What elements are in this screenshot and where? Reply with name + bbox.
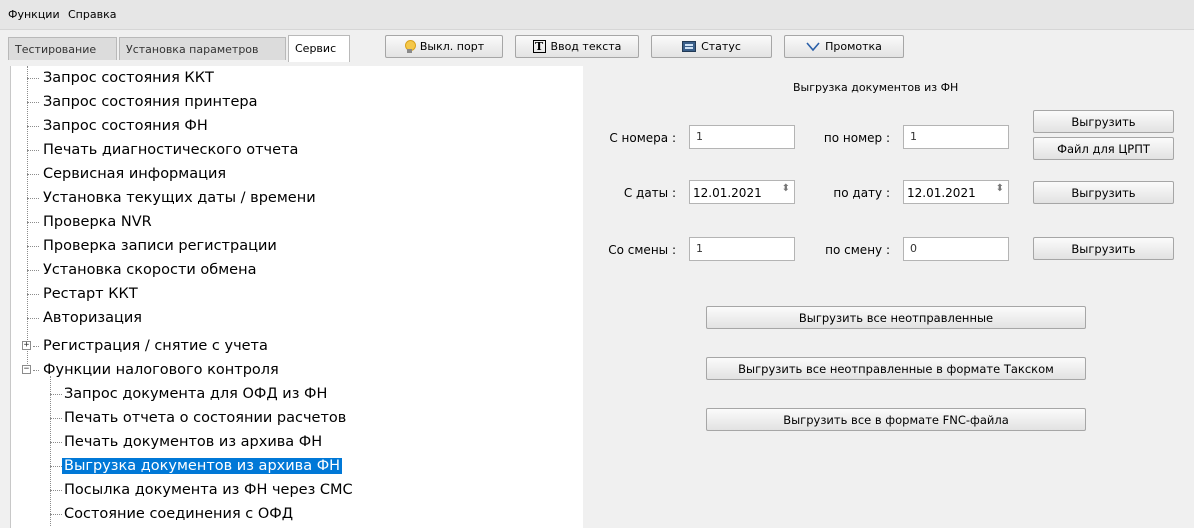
export-by-date-button[interactable]: Выгрузить xyxy=(1033,181,1174,204)
from-date-value: 12.01.2021 xyxy=(693,186,762,200)
tree-item-printer-status[interactable]: Запрос состояния принтера xyxy=(41,90,259,114)
tree-root-connector xyxy=(27,66,28,370)
collapse-tax-control-icon[interactable]: − xyxy=(22,365,31,374)
status-label: Статус xyxy=(701,40,741,53)
port-off-button[interactable]: Выкл. порт xyxy=(385,35,503,58)
status-button[interactable]: Статус xyxy=(651,35,772,58)
text-input-label: Ввод текста xyxy=(550,40,622,53)
to-number-label: по номер : xyxy=(823,131,890,145)
from-shift-input[interactable]: 1 xyxy=(689,237,795,261)
expand-registration-icon[interactable]: + xyxy=(22,341,31,350)
crpt-file-button[interactable]: Файл для ЦРПТ xyxy=(1033,137,1174,160)
text-input-button[interactable]: T Ввод текста xyxy=(515,35,639,58)
feed-button[interactable]: Промотка xyxy=(784,35,904,58)
from-date-input[interactable]: 12.01.2021 ⬍ xyxy=(689,180,795,204)
menu-help[interactable]: Справка xyxy=(68,8,116,21)
tree-item-diagnostic-report[interactable]: Печать диагностического отчета xyxy=(41,138,300,162)
chevron-down-icon xyxy=(806,41,820,52)
export-unsent-taxcom-button[interactable]: Выгрузить все неотправленные в формате Т… xyxy=(706,357,1086,380)
tree-item-ofd-document-request[interactable]: Запрос документа для ОФД из ФН xyxy=(62,382,329,406)
port-off-label: Выкл. порт xyxy=(419,40,485,53)
text-t-icon: T xyxy=(532,40,546,53)
tree-item-baud-rate[interactable]: Установка скорости обмена xyxy=(41,258,258,282)
light-bulb-icon xyxy=(404,40,416,53)
menu-bar: Функции Справка xyxy=(0,0,1194,30)
tree-item-tax-control[interactable]: Функции налогового контроля xyxy=(41,358,281,382)
tree-item-send-via-sms[interactable]: Посылка документа из ФН через СМС xyxy=(62,478,355,502)
export-unsent-button[interactable]: Выгрузить все неотправленные xyxy=(706,306,1086,329)
tree-item-authorization[interactable]: Авторизация xyxy=(41,306,144,330)
panel-title: Выгрузка документов из ФН xyxy=(793,81,959,94)
tree-item-kkt-status[interactable]: Запрос состояния ККТ xyxy=(41,66,216,90)
tree-item-registration[interactable]: Регистрация / снятие с учета xyxy=(41,334,270,358)
tree-child-connector xyxy=(50,376,51,526)
to-number-input[interactable]: 1 xyxy=(903,125,1009,149)
tree-item-nvr-check[interactable]: Проверка NVR xyxy=(41,210,154,234)
tree-item-set-datetime[interactable]: Установка текущих даты / времени xyxy=(41,186,318,210)
export-fnc-button[interactable]: Выгрузить все в формате FNC-файла xyxy=(706,408,1086,431)
service-tree: + − Запрос состояния ККТ Запрос состояни… xyxy=(10,66,583,528)
tree-item-print-fn-archive[interactable]: Печать документов из архива ФН xyxy=(62,430,324,454)
tab-testing[interactable]: Тестирование xyxy=(8,37,117,60)
tree-item-fn-status[interactable]: Запрос состояния ФН xyxy=(41,114,210,138)
from-date-label: С даты : xyxy=(623,186,676,200)
tab-service[interactable]: Сервис xyxy=(288,35,350,62)
tree-item-registration-record-check[interactable]: Проверка записи регистрации xyxy=(41,234,279,258)
tab-parameters[interactable]: Установка параметров xyxy=(119,37,286,60)
from-number-input[interactable]: 1 xyxy=(689,125,795,149)
tree-item-service-info[interactable]: Сервисная информация xyxy=(41,162,228,186)
tree-item-restart-kkt[interactable]: Рестарт ККТ xyxy=(41,282,140,306)
to-date-value: 12.01.2021 xyxy=(907,186,976,200)
date-spinner-icon[interactable]: ⬍ xyxy=(782,184,790,194)
tree-item-settlement-report[interactable]: Печать отчета о состоянии расчетов xyxy=(62,406,348,430)
to-shift-input[interactable]: 0 xyxy=(903,237,1009,261)
monitor-icon xyxy=(682,41,697,52)
to-date-label: по дату : xyxy=(833,186,890,200)
to-shift-label: по смену : xyxy=(825,243,890,257)
export-by-number-button[interactable]: Выгрузить xyxy=(1033,110,1174,133)
menu-functions[interactable]: Функции xyxy=(8,8,60,21)
to-date-input[interactable]: 12.01.2021 ⬍ xyxy=(903,180,1009,204)
tree-item-export-fn-archive[interactable]: Выгрузка документов из архива ФН xyxy=(62,454,343,478)
tree-item-ofd-connection-status[interactable]: Состояние соединения с ОФД xyxy=(62,502,295,526)
feed-label: Промотка xyxy=(825,40,882,53)
from-shift-label: Со смены : xyxy=(608,243,676,257)
from-number-label: С номера : xyxy=(609,131,676,145)
export-by-shift-button[interactable]: Выгрузить xyxy=(1033,237,1174,260)
date-spinner-icon[interactable]: ⬍ xyxy=(996,184,1004,194)
